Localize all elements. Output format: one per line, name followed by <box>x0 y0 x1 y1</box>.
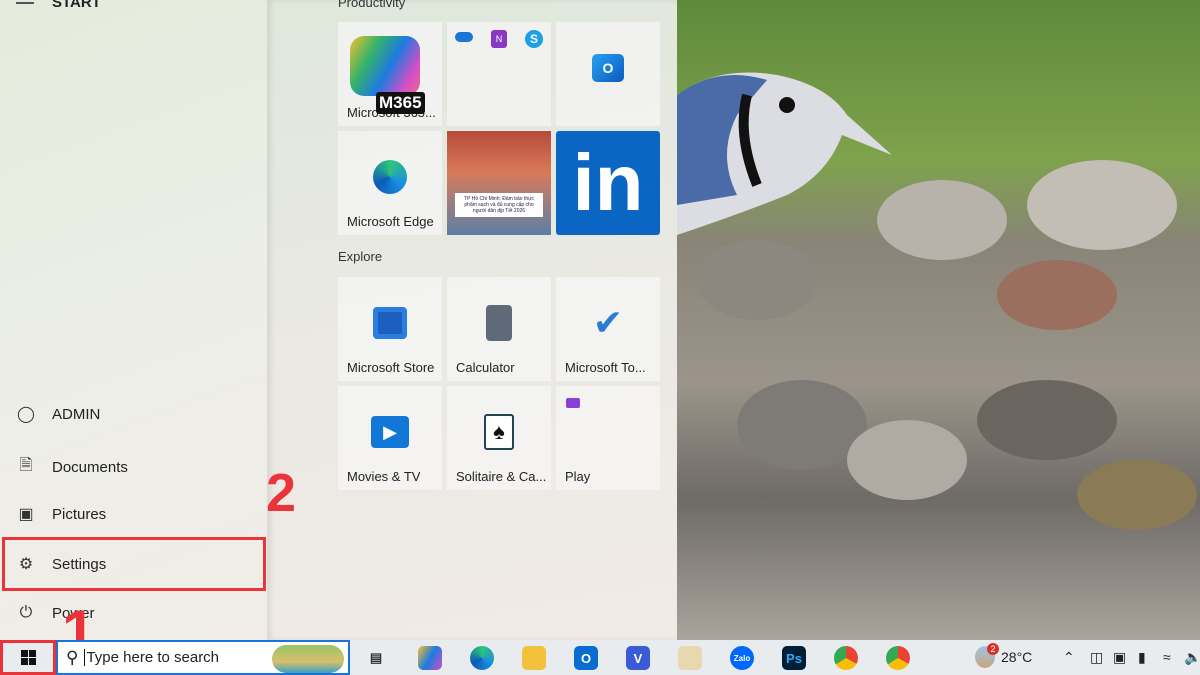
task-view-icon[interactable]: ▤ <box>364 646 388 670</box>
onedrive-icon <box>455 32 473 42</box>
chevron-up-icon[interactable]: ⌃ <box>1063 649 1075 666</box>
windows-logo-icon <box>20 650 36 665</box>
movies-tv-icon: ▶ <box>371 415 409 448</box>
volume-icon[interactable]: 🔈 <box>1184 649 1200 666</box>
pictures-icon: ▣ <box>18 506 34 523</box>
viva-icon[interactable]: V <box>626 646 650 670</box>
store-icon <box>373 306 407 339</box>
tile-microsoft-todo[interactable]: ✔ Microsoft To... <box>556 277 660 381</box>
outlook-icon: O <box>592 53 624 82</box>
tile-label: Calculator <box>456 360 515 375</box>
tile-news[interactable]: TP Hồ Chí Minh: Đảm bảo thực phẩm sạch v… <box>447 131 551 235</box>
item-label: Documents <box>52 459 128 476</box>
copilot-m365-icon <box>350 36 420 96</box>
group-title-productivity: Productivity <box>338 0 406 10</box>
start-button[interactable] <box>0 640 56 675</box>
paint-icon[interactable] <box>678 646 702 670</box>
outlook-icon[interactable]: O <box>574 646 598 670</box>
blue-jay-bird <box>677 72 892 235</box>
todo-check-icon: ✔ <box>592 301 624 343</box>
documents-item[interactable]: 🗎 Documents <box>16 454 128 481</box>
weather-widget[interactable]: 2 28°C <box>975 643 1033 668</box>
tile-label: Movies & TV <box>347 469 421 484</box>
chrome-profile-icon[interactable] <box>886 646 910 670</box>
user-icon: ◯ <box>17 406 35 423</box>
wifi-icon[interactable]: ≈ <box>1163 649 1171 665</box>
copilot-icon[interactable] <box>418 646 442 670</box>
skype-icon: S <box>525 30 543 48</box>
play-folder-icon <box>566 398 580 408</box>
tile-microsoft-365[interactable]: M365 Microsoft 365... <box>338 22 442 126</box>
group-title-explore: Explore <box>338 249 383 264</box>
search-box[interactable]: ⚲ Type here to search <box>56 640 350 675</box>
onenote-icon: N <box>491 30 507 48</box>
tile-microsoft-store[interactable]: Microsoft Store <box>338 277 442 381</box>
tile-microsoft-edge[interactable]: Microsoft Edge <box>338 131 442 235</box>
battery-icon[interactable]: ▮ <box>1138 649 1146 666</box>
m365-badge: M365 <box>376 92 425 114</box>
news-headline: TP Hồ Chí Minh: Đảm bảo thực phẩm sạch v… <box>455 193 543 217</box>
tile-label: Microsoft To... <box>565 360 646 375</box>
tile-linkedin[interactable]: in <box>556 131 660 235</box>
weather-badge: 2 <box>987 643 999 655</box>
zalo-icon[interactable]: Zalo <box>730 646 754 670</box>
calculator-icon <box>486 304 512 341</box>
settings-highlight-box <box>2 537 266 591</box>
start-title: START <box>52 0 101 11</box>
temperature: 28°C <box>1001 649 1033 665</box>
linkedin-icon: in <box>572 138 644 227</box>
step-2-label: 2 <box>266 463 297 523</box>
search-highlight-image <box>272 645 344 673</box>
tile-label: Solitaire & Ca... <box>456 469 547 484</box>
file-explorer-icon[interactable] <box>522 646 546 670</box>
edge-icon[interactable] <box>470 646 494 670</box>
tile-label: Microsoft Store <box>347 360 435 375</box>
search-icon: ⚲ <box>66 647 79 667</box>
tile-label: Play <box>565 469 591 484</box>
pictures-item[interactable]: ▣ Pictures <box>16 504 106 524</box>
user-account-item[interactable]: ◯ ADMIN <box>16 404 100 424</box>
tile-outlook[interactable]: O <box>556 22 660 126</box>
network-device-icon[interactable]: ▣ <box>1113 649 1126 666</box>
chrome-icon[interactable] <box>834 646 858 670</box>
meet-now-icon[interactable]: ◫ <box>1090 649 1103 666</box>
photoshop-icon[interactable]: Ps <box>782 646 806 670</box>
weather-icon: 2 <box>975 643 999 668</box>
power-icon: ⏻ <box>19 604 33 621</box>
search-placeholder: Type here to search <box>84 649 220 666</box>
document-icon: 🗎 <box>19 457 33 474</box>
tile-solitaire[interactable]: ♠ Solitaire & Ca... <box>447 386 551 490</box>
start-menu-tiles-pane: Productivity M365 Microsoft 365... N S O… <box>267 0 677 640</box>
hamburger-menu-icon[interactable] <box>16 0 34 4</box>
solitaire-cards-icon: ♠ <box>484 413 514 450</box>
edge-icon <box>373 159 407 194</box>
item-label: Pictures <box>52 505 107 523</box>
tile-calculator[interactable]: Calculator <box>447 277 551 381</box>
tile-office-apps-folder[interactable]: N S <box>447 22 551 126</box>
item-label: ADMIN <box>52 405 101 423</box>
taskbar: ⚲ Type here to search ▤ O V Zalo Ps 2 28… <box>0 640 1200 675</box>
tile-movies-tv[interactable]: ▶ Movies & TV <box>338 386 442 490</box>
tile-label: Microsoft Edge <box>347 214 434 229</box>
tile-play[interactable]: Play <box>556 386 660 490</box>
